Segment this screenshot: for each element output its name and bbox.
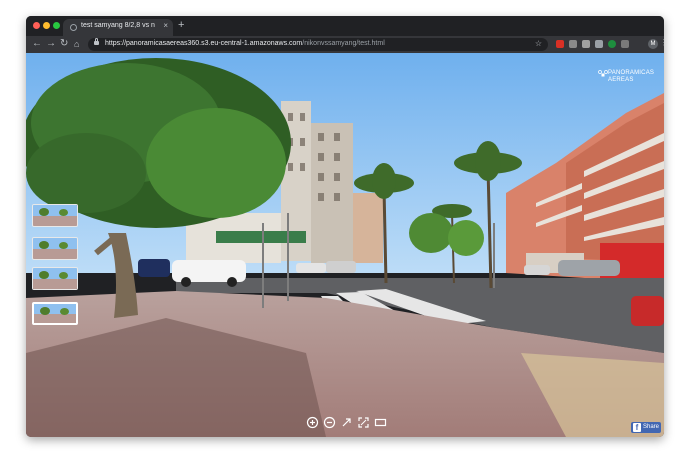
browser-toolbar: ← → ↻ ⌂ https://panoramicasaereas360.s3.… (26, 36, 664, 53)
scene-thumbnail-2[interactable] (32, 237, 78, 260)
minimize-window-button[interactable] (43, 22, 50, 29)
scene-thumbnail-3[interactable] (32, 267, 78, 290)
share-label: Share (643, 424, 660, 430)
tab-active[interactable]: test samyang 8/2,8 vs nikon 10.5 × (63, 19, 173, 36)
zoom-out-icon[interactable] (323, 416, 336, 429)
scene-thumbnail-1[interactable] (32, 204, 78, 227)
close-window-button[interactable] (33, 22, 40, 29)
globe-icon (70, 24, 77, 31)
lock-icon (94, 38, 99, 45)
tab-close-icon[interactable]: × (163, 21, 168, 30)
scene-thumbnail-4[interactable] (32, 302, 78, 325)
panorama-viewer[interactable]: PANORAMICAS AEREAS f Share (26, 53, 664, 437)
maximize-window-button[interactable] (53, 22, 60, 29)
autorotate-icon[interactable] (340, 416, 353, 429)
brand-logo: PANORAMICAS AEREAS (598, 68, 658, 86)
url-host: https://panoramicasaereas360.s3.eu-centr… (105, 40, 303, 47)
extension-gray-icon[interactable] (569, 40, 577, 48)
tab-bar: test samyang 8/2,8 vs nikon 10.5 × + (26, 16, 664, 36)
reload-icon[interactable]: ↻ (60, 38, 68, 50)
extension-gray-icon[interactable] (595, 40, 603, 48)
drone-icon (598, 70, 608, 77)
url-text[interactable]: https://panoramicasaereas360.s3.eu-centr… (105, 40, 385, 47)
bookmark-star-icon[interactable]: ☆ (535, 39, 542, 48)
vr-icon[interactable] (374, 416, 387, 429)
new-tab-button[interactable]: + (178, 19, 184, 31)
extension-green-icon[interactable] (608, 40, 616, 48)
zoom-in-icon[interactable] (306, 416, 319, 429)
fullscreen-icon[interactable] (357, 416, 370, 429)
facebook-share-button[interactable]: f Share (631, 422, 661, 433)
brand-name: PANORAMICAS AEREAS (608, 70, 655, 83)
forward-icon[interactable]: → (46, 38, 56, 50)
panorama-scene[interactable] (26, 53, 664, 437)
browser-window: test samyang 8/2,8 vs nikon 10.5 × + ← →… (26, 16, 664, 437)
extension-gray-icon[interactable] (621, 40, 629, 48)
home-icon[interactable]: ⌂ (74, 38, 79, 50)
extension-gray-icon[interactable] (582, 40, 590, 48)
extension-red-icon[interactable] (556, 40, 564, 48)
facebook-icon: f (633, 423, 641, 432)
address-bar[interactable]: https://panoramicasaereas360.s3.eu-centr… (88, 38, 548, 51)
tab-title: test samyang 8/2,8 vs nikon 10.5 (81, 22, 155, 29)
url-path: /nikonvssamyang/test.html (302, 40, 385, 47)
back-icon[interactable]: ← (32, 38, 42, 50)
menu-kebab-icon[interactable]: ⋮ (660, 38, 664, 47)
profile-avatar[interactable]: M (648, 39, 658, 49)
